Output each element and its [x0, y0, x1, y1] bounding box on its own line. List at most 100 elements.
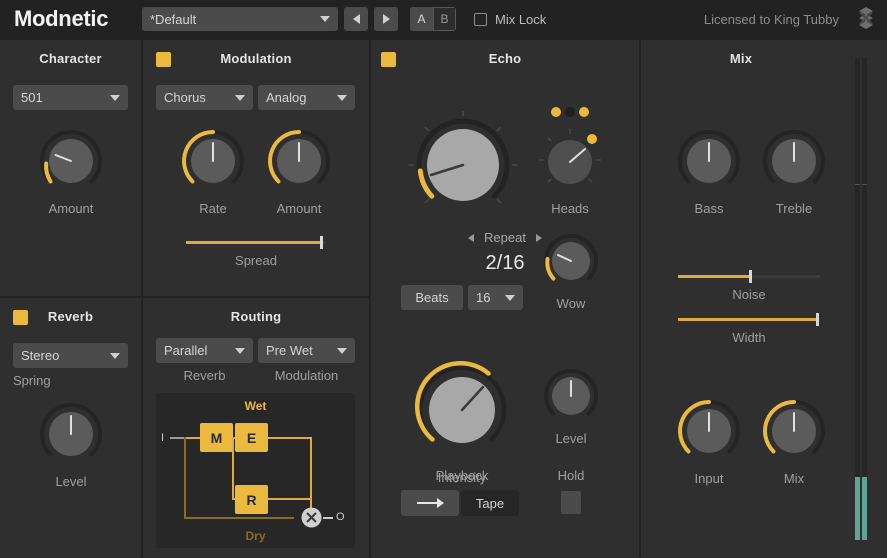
routing-diagram[interactable]: Wet Dry I M E R O — [156, 393, 355, 548]
routing-input-label: I — [161, 432, 164, 444]
ab-slot-a[interactable]: A — [410, 7, 433, 31]
modulation-panel: Modulation Chorus Analog Rate Amount Spr… — [143, 40, 369, 296]
mix-lock-control[interactable]: Mix Lock — [474, 12, 546, 27]
echo-panel: Echo Repeat 2/16 Beats 16 — [371, 40, 639, 558]
arrow-right-icon — [417, 502, 443, 504]
meter-tick — [855, 184, 860, 185]
preset-next-button[interactable] — [374, 7, 398, 31]
chevron-down-icon — [337, 95, 347, 101]
character-amount-label: Amount — [35, 201, 107, 216]
preset-prev-button[interactable] — [344, 7, 368, 31]
modulation-rate-label: Rate — [177, 201, 249, 216]
mix-input-knob[interactable]: Input — [673, 395, 745, 485]
triangle-right-icon — [383, 14, 390, 24]
modulation-mode-value: Analog — [266, 90, 306, 105]
routing-reverb-caption: Reverb — [156, 368, 253, 383]
routing-modulation-value: Pre Wet — [266, 343, 313, 358]
license-text: Licensed to King Tubby — [704, 12, 839, 27]
brand-logo-icon — [853, 6, 879, 32]
routing-wire — [323, 517, 333, 519]
slider-fill — [186, 241, 320, 244]
preset-selector[interactable]: *Default — [142, 7, 338, 31]
reverb-type-label: Spring — [13, 373, 93, 388]
ab-compare-group[interactable]: A B — [410, 7, 456, 31]
routing-node-r[interactable]: R — [235, 485, 268, 514]
echo-hold-label: Hold — [540, 468, 602, 483]
mix-bass-label: Bass — [673, 201, 745, 216]
character-panel: Character 501 Amount — [0, 40, 141, 296]
routing-panel-title: Routing — [143, 298, 369, 324]
routing-wire — [268, 498, 312, 500]
echo-division-value: 16 — [476, 290, 490, 305]
slider-thumb[interactable] — [749, 270, 752, 283]
mix-treble-knob[interactable]: Treble — [758, 125, 830, 215]
mix-sum-icon[interactable] — [300, 506, 323, 529]
echo-playback-direction-button[interactable] — [401, 490, 459, 516]
echo-hold-button[interactable] — [561, 491, 581, 514]
triangle-left-icon[interactable] — [468, 234, 474, 242]
echo-heads-knob[interactable]: Heads — [535, 125, 605, 215]
routing-wire — [184, 437, 200, 439]
mix-panel: Mix Bass Treble Noise Width — [641, 40, 887, 558]
routing-reverb-dropdown[interactable]: Parallel — [156, 338, 253, 363]
routing-node-e[interactable]: E — [235, 423, 268, 452]
mix-panel-title: Mix — [641, 40, 841, 66]
head-dot-3 — [579, 107, 589, 117]
echo-playback-mode-button[interactable]: Tape — [461, 490, 519, 516]
modulation-enable-toggle[interactable] — [156, 52, 171, 67]
meter-fill-left — [855, 477, 860, 540]
echo-intensity-knob[interactable]: Intensity — [407, 355, 517, 485]
echo-heads-indicators[interactable] — [535, 105, 605, 119]
chevron-down-icon — [235, 348, 245, 354]
character-amount-knob[interactable]: Amount — [35, 125, 107, 215]
ab-slot-b[interactable]: B — [433, 7, 456, 31]
routing-modulation-caption: Modulation — [258, 368, 355, 383]
echo-level-label: Level — [540, 431, 602, 446]
mix-amount-knob[interactable]: Mix — [758, 395, 830, 485]
mix-bass-knob[interactable]: Bass — [673, 125, 745, 215]
echo-division-dropdown[interactable]: 16 — [468, 285, 523, 310]
echo-wow-knob[interactable]: Wow — [540, 230, 602, 315]
echo-enable-toggle[interactable] — [381, 52, 396, 67]
mix-noise-label: Noise — [678, 287, 820, 302]
routing-modulation-dropdown[interactable]: Pre Wet — [258, 338, 355, 363]
modulation-type-dropdown[interactable]: Chorus — [156, 85, 253, 110]
mix-input-label: Input — [673, 471, 745, 486]
routing-wire — [268, 437, 312, 439]
routing-wire — [310, 437, 312, 517]
reverb-enable-toggle[interactable] — [13, 310, 28, 325]
modulation-spread-label: Spread — [186, 253, 326, 268]
chevron-down-icon — [505, 295, 515, 301]
echo-heads-label: Heads — [535, 201, 605, 216]
meter-tick — [862, 184, 867, 185]
echo-sync-button[interactable]: Beats — [401, 285, 463, 310]
modulation-mode-dropdown[interactable]: Analog — [258, 85, 355, 110]
modulation-rate-knob[interactable]: Rate — [177, 125, 249, 215]
echo-playback-label: Playback — [401, 468, 523, 483]
reverb-width-value: Stereo — [21, 348, 59, 363]
chevron-down-icon — [235, 95, 245, 101]
mix-amount-label: Mix — [758, 471, 830, 486]
slider-thumb[interactable] — [320, 236, 323, 249]
routing-node-m[interactable]: M — [200, 423, 233, 452]
character-model-value: 501 — [21, 90, 43, 105]
output-meter[interactable] — [853, 58, 873, 540]
slider-thumb[interactable] — [816, 313, 819, 326]
echo-time-knob[interactable] — [403, 105, 523, 225]
routing-wire-dry — [184, 437, 186, 519]
echo-level-knob[interactable]: Level — [540, 365, 602, 450]
modulation-panel-title: Modulation — [143, 40, 369, 66]
character-model-dropdown[interactable]: 501 — [13, 85, 128, 110]
mix-lock-checkbox[interactable] — [474, 13, 487, 26]
reverb-panel: Reverb Stereo Spring Level — [0, 298, 141, 558]
chevron-down-icon — [337, 348, 347, 354]
routing-reverb-value: Parallel — [164, 343, 207, 358]
reverb-level-knob[interactable]: Level — [35, 398, 107, 488]
echo-panel-title: Echo — [371, 40, 639, 66]
head-dot-1 — [551, 107, 561, 117]
echo-repeat-label: Repeat — [484, 230, 526, 245]
routing-dry-label: Dry — [156, 529, 355, 543]
modulation-amount-knob[interactable]: Amount — [263, 125, 335, 215]
reverb-width-dropdown[interactable]: Stereo — [13, 343, 128, 368]
routing-wire-dry — [184, 517, 294, 519]
